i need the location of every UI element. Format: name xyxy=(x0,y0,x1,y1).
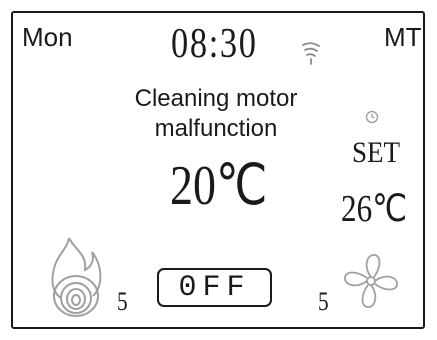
fan-icon xyxy=(344,254,398,308)
flame-icon xyxy=(51,237,102,317)
error-message: Cleaning motor malfunction xyxy=(134,85,298,142)
fan-level: 5 xyxy=(318,287,329,316)
set-temperature: 26℃ xyxy=(341,188,408,230)
flame-level: 5 xyxy=(117,287,128,316)
clock-time: 08:30 xyxy=(171,21,258,67)
wifi-signal-icon xyxy=(302,42,320,65)
set-label: SET xyxy=(352,136,401,169)
mode-label: MT xyxy=(384,22,422,52)
current-temperature: 20℃ xyxy=(170,155,268,217)
power-button[interactable]: 0FF xyxy=(157,268,272,307)
day-label: Mon xyxy=(22,22,73,52)
clock-icon xyxy=(365,110,379,124)
